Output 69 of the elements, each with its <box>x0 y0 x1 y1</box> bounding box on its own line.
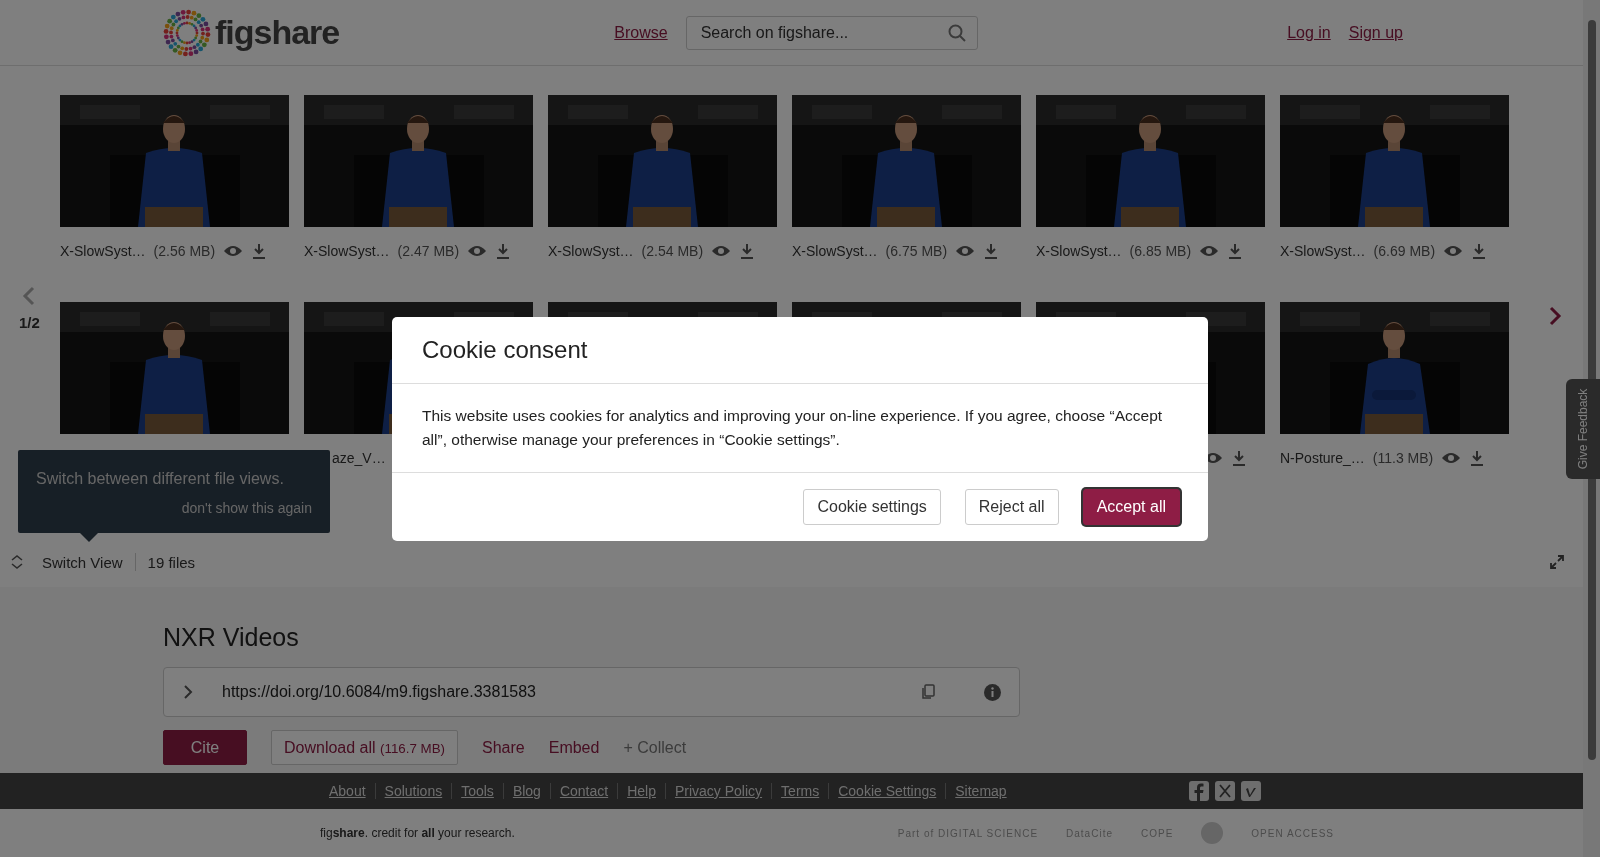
chevron-right-icon[interactable] <box>1548 306 1562 326</box>
download-icon[interactable] <box>251 243 268 259</box>
download-icon[interactable] <box>1231 450 1247 466</box>
file-size: (6.85 MB) <box>1129 243 1192 259</box>
file-name[interactable]: aze_V… <box>332 450 386 466</box>
feedback-tab[interactable]: Give Feedback <box>1566 379 1600 479</box>
download-icon[interactable] <box>1227 243 1244 259</box>
collect-link[interactable]: + Collect <box>623 738 687 757</box>
download-icon[interactable] <box>983 243 1000 259</box>
download-icon[interactable] <box>1471 243 1488 259</box>
doi-link[interactable]: https://doi.org/10.6084/m9.figshare.3381583 <box>222 683 536 701</box>
footer-link[interactable]: Tools <box>451 783 503 799</box>
cite-button[interactable]: Cite <box>163 730 247 765</box>
embed-link[interactable]: Embed <box>548 738 600 757</box>
share-link[interactable]: Share <box>482 738 525 757</box>
logo-icon[interactable] <box>163 8 211 57</box>
file-name[interactable]: X-SlowSyst… <box>1036 243 1122 259</box>
footer-link[interactable]: About <box>320 783 375 799</box>
file-name[interactable]: X-SlowSyst… <box>1280 243 1366 259</box>
file-size: (11.3 MB) <box>1372 450 1434 466</box>
footer-link[interactable]: Cookie Settings <box>828 783 946 799</box>
search-icon[interactable] <box>947 23 966 42</box>
file-size: (2.54 MB) <box>641 243 704 259</box>
accept-button[interactable]: Accept all <box>1082 489 1180 525</box>
browse-link[interactable]: Browse <box>614 23 668 42</box>
footer-link[interactable]: Help <box>617 783 665 799</box>
page-indicator: 1/2 <box>19 314 40 331</box>
download-icon[interactable] <box>1469 450 1486 466</box>
item-title: NXR Videos <box>163 623 300 652</box>
dismiss-link[interactable]: don't show this again <box>181 500 312 516</box>
dialog-button[interactable]: Reject all <box>964 489 1059 525</box>
login-link[interactable]: Log in <box>1287 23 1331 42</box>
chevron-right-icon[interactable] <box>182 684 194 700</box>
file-name[interactable]: N-Posture_… <box>1280 450 1365 466</box>
seal-icon <box>1201 822 1224 844</box>
footer-link[interactable]: Privacy Policy <box>664 783 772 799</box>
footer-link[interactable]: Terms <box>771 783 829 799</box>
file-size: (6.69 MB) <box>1373 243 1436 259</box>
dialog-button[interactable]: Cookie settings <box>803 489 941 525</box>
file-size: (6.75 MB) <box>885 243 948 259</box>
x-logo-icon[interactable] <box>1215 781 1235 801</box>
copy-icon[interactable] <box>920 684 936 700</box>
download-all-button[interactable]: Download all (116.7 MB) <box>271 730 458 765</box>
dialog-title: Cookie consent <box>422 336 588 364</box>
file-name[interactable]: X-SlowSyst… <box>792 243 878 259</box>
info-icon[interactable] <box>984 683 1001 701</box>
download-icon[interactable] <box>739 243 756 259</box>
switch-view-button[interactable]: Switch View <box>42 553 123 571</box>
expand-collapse-icon[interactable] <box>10 554 24 570</box>
signup-link[interactable]: Sign up <box>1348 23 1403 42</box>
fullscreen-icon[interactable] <box>1549 554 1565 570</box>
file-name[interactable]: X-SlowSyst… <box>60 243 146 259</box>
file-size: (2.47 MB) <box>397 243 460 259</box>
vimeo-icon[interactable] <box>1241 781 1261 801</box>
file-count: 19 files <box>147 553 196 571</box>
footer-link[interactable]: Contact <box>549 783 618 799</box>
tagline: figshare. credit for all your research. <box>320 826 515 840</box>
footer-link[interactable]: Blog <box>502 783 550 799</box>
file-size: (2.56 MB) <box>153 243 216 259</box>
dialog-text: This website uses cookies for analytics and improving your on-line experience. If you agree, choose “Accept all”, otherwise manage your preferences in “Cookie settings”. <box>392 384 1208 473</box>
file-name[interactable]: X-SlowSyst… <box>304 243 390 259</box>
search-field[interactable]: Search on figshare... <box>685 15 978 50</box>
footer-link[interactable]: Solutions <box>374 783 452 799</box>
tooltip-text: Switch between different file views. <box>36 470 285 488</box>
logo-text[interactable]: figshare <box>215 13 340 52</box>
footer-link[interactable]: Sitemap <box>945 783 1016 799</box>
file-name[interactable]: X-SlowSyst… <box>548 243 634 259</box>
download-icon[interactable] <box>495 243 512 259</box>
facebook-icon[interactable] <box>1189 781 1209 801</box>
